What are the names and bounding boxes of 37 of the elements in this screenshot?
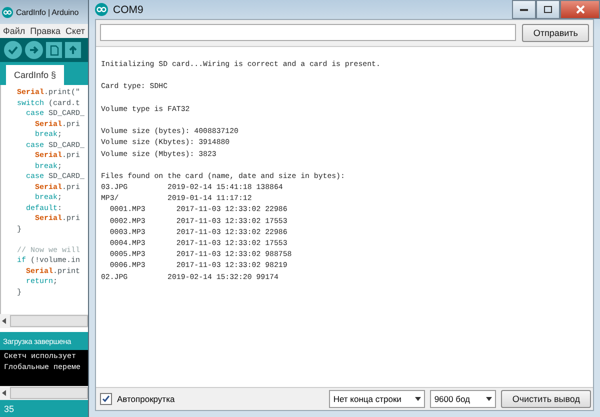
maximize-icon bbox=[544, 6, 552, 13]
menu-item[interactable]: Правка bbox=[30, 26, 61, 36]
document-icon bbox=[50, 44, 58, 56]
line-number: 35 bbox=[4, 404, 14, 414]
clear-output-button[interactable]: Очистить вывод bbox=[501, 390, 591, 408]
scroll-left-icon[interactable] bbox=[2, 390, 6, 396]
dropdown-arrow-icon bbox=[486, 397, 492, 401]
checkmark-icon bbox=[102, 395, 110, 403]
minimize-button[interactable] bbox=[512, 0, 536, 19]
editor-tab[interactable]: CardInfo § bbox=[6, 65, 64, 85]
message-input[interactable] bbox=[100, 24, 516, 41]
arrow-right-icon bbox=[29, 45, 39, 55]
app-logo-icon bbox=[95, 3, 108, 16]
close-icon bbox=[576, 5, 584, 14]
minimize-icon bbox=[520, 8, 528, 11]
app-logo-icon bbox=[2, 6, 13, 18]
window-title: CardInfo | Arduino bbox=[16, 8, 79, 16]
line-ending-dropdown[interactable]: Нет конца строки bbox=[329, 390, 426, 408]
horizontal-scrollbar[interactable] bbox=[0, 314, 88, 328]
scroll-left-icon[interactable] bbox=[2, 318, 6, 324]
checkmark-icon bbox=[8, 45, 18, 55]
dropdown-arrow-icon bbox=[415, 397, 422, 401]
arrow-up-icon bbox=[68, 45, 78, 55]
open-button[interactable] bbox=[65, 42, 81, 58]
window-title: COM9 bbox=[113, 4, 144, 16]
autoscroll-checkbox[interactable] bbox=[100, 393, 112, 405]
checkbox-label: Автопрокрутка bbox=[117, 394, 175, 404]
baud-rate-dropdown[interactable]: 9600 бод bbox=[430, 390, 496, 408]
horizontal-scrollbar[interactable] bbox=[0, 386, 88, 400]
upload-button[interactable] bbox=[25, 41, 43, 59]
send-button[interactable]: Отправить bbox=[522, 24, 589, 42]
verify-button[interactable] bbox=[4, 41, 22, 59]
maximize-button[interactable] bbox=[536, 0, 560, 19]
menu-item[interactable]: Файл bbox=[3, 26, 26, 36]
close-button[interactable] bbox=[560, 0, 600, 19]
new-button[interactable] bbox=[46, 42, 62, 58]
menu-item[interactable]: Скет bbox=[66, 26, 85, 36]
